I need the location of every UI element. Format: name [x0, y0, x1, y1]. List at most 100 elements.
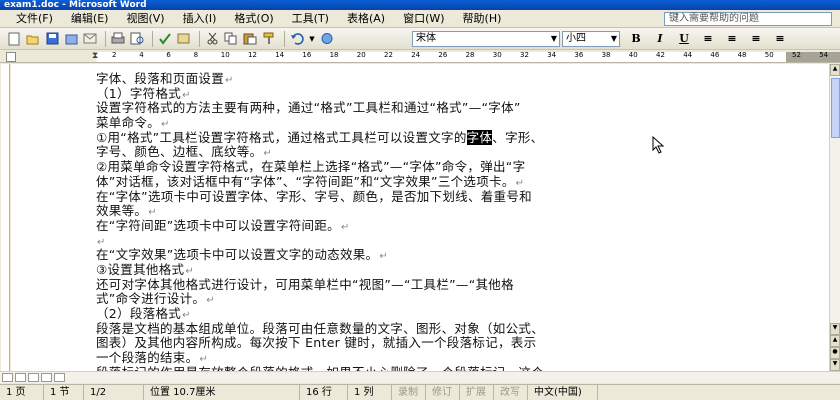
line-text: 在“文字效果”选项卡中可以设置文字的动态效果。 — [96, 247, 379, 263]
ruler-number: 20 — [356, 51, 366, 59]
align-right-button[interactable]: ≡ — [748, 31, 764, 47]
horizontal-scrollbar[interactable] — [0, 371, 840, 383]
document-line[interactable]: 在“文字效果”选项卡中可以设置文字的动态效果。↵ — [96, 247, 716, 263]
menu-format[interactable]: 格式(O) — [225, 10, 282, 28]
menu-table[interactable]: 表格(A) — [338, 10, 394, 28]
horizontal-ruler[interactable]: ⧗ 2 4 6 8 10 12 14 16 18 20 22 24 26 28 30 32 34 36 38 40 42… — [0, 51, 840, 63]
document-line[interactable]: 字体、段落和页面设置↵ — [96, 71, 716, 87]
ruler-number: 24 — [411, 51, 421, 59]
undo-icon[interactable] — [289, 31, 305, 47]
ruler-number: 14 — [275, 51, 285, 59]
status-record[interactable]: 录制 — [392, 385, 426, 400]
hyperlink-icon[interactable] — [319, 31, 335, 47]
print-icon[interactable] — [110, 31, 126, 47]
font-size-select[interactable]: 小四 ▼ — [562, 31, 620, 47]
chevron-down-icon: ▼ — [550, 34, 557, 43]
line-text: ②用菜单命令设置字符格式，在菜单栏上选择“格式”—“字体”命令，弹出“字 — [96, 159, 526, 175]
title-bar: exam1.doc - Microsoft Word — [0, 0, 840, 10]
ruler-number: 50 — [764, 51, 774, 59]
format-buttons: B I U ≡ ≡ ≡ ≡ — [628, 31, 796, 47]
document-line[interactable]: 在“字体”选项卡中可设置字体、字形、字号、颜色，是否加下划线、着重号和 — [96, 189, 716, 205]
document-line[interactable]: 式”命令进行设计。↵ — [96, 291, 716, 307]
email-icon[interactable] — [82, 31, 98, 47]
document-line[interactable]: 段落是文档的基本组成单位。段落可由任意数量的文字、图形、对象（如公式、 — [96, 321, 716, 337]
web-layout-view-icon[interactable] — [15, 373, 26, 382]
menu-window[interactable]: 窗口(W) — [394, 10, 453, 28]
print-preview-icon[interactable] — [129, 31, 145, 47]
copy-icon[interactable] — [223, 31, 239, 47]
underline-button[interactable]: U — [676, 31, 692, 47]
ruler-number: 26 — [438, 51, 448, 59]
spelling-icon[interactable] — [157, 31, 173, 47]
browse-object-icon[interactable]: ● — [830, 347, 840, 359]
scrollbar-thumb[interactable] — [831, 78, 840, 138]
reading-layout-view-icon[interactable] — [54, 373, 65, 382]
menu-tools[interactable]: 工具(T) — [283, 10, 338, 28]
normal-view-icon[interactable] — [2, 373, 13, 382]
word-window: exam1.doc - Microsoft Word 文件(F) 编辑(E) 视… — [0, 0, 840, 400]
format-painter-icon[interactable] — [261, 31, 277, 47]
document-line[interactable]: （2）段落格式↵ — [96, 306, 716, 322]
scroll-up-icon[interactable]: ▲ — [830, 64, 840, 76]
outline-view-icon[interactable] — [41, 373, 52, 382]
menu-edit[interactable]: 编辑(E) — [62, 10, 118, 28]
line-text: 字体、段落和页面设置 — [96, 71, 225, 86]
research-icon[interactable] — [176, 31, 192, 47]
vertical-ruler-scale — [1, 64, 9, 382]
document-line[interactable]: ↵ — [96, 234, 716, 249]
document-line[interactable]: 图表）及其他内容所构成。每次按下 Enter 键时，就插入一个段落标记，表示 — [96, 336, 716, 351]
document-line[interactable]: ②用菜单命令设置字符格式，在菜单栏上选择“格式”—“字体”命令，弹出“字 — [96, 159, 716, 175]
document-area[interactable]: 字体、段落和页面设置↵ （1）字符格式↵ 设置字符格式的方法主要有两种，通过“格式”… — [11, 64, 829, 371]
paragraph-mark-icon: ↵ — [379, 251, 389, 263]
document-line[interactable]: 还可对字体其他格式进行设计，可用菜单栏中“视图”—“工具栏”—“其他格 — [96, 277, 716, 293]
undo-dropdown-icon[interactable]: ▼ — [308, 31, 316, 47]
line-text: 菜单命令。 — [96, 115, 161, 131]
permission-icon[interactable] — [63, 31, 79, 47]
cut-icon[interactable] — [204, 31, 220, 47]
document-line[interactable]: （1）字符格式↵ — [96, 86, 716, 102]
document-line[interactable]: ③设置其他格式↵ — [96, 262, 716, 278]
status-overtype[interactable]: 改写 — [494, 385, 528, 400]
indent-marker-icon[interactable]: ⧗ — [92, 51, 98, 61]
menu-help[interactable]: 帮助(H) — [454, 10, 511, 28]
ruler-number: 40 — [628, 51, 638, 59]
bold-button[interactable]: B — [628, 31, 644, 47]
new-icon[interactable] — [6, 31, 22, 47]
menu-insert[interactable]: 插入(I) — [174, 10, 226, 28]
document-line[interactable]: 字号、颜色、边框、底纹等。↵ — [96, 145, 716, 160]
document-line[interactable]: 体”对话框，该对话框中有“字体”、“字符间距”和“文字效果”三个选项卡。↵ — [96, 174, 716, 190]
document-text[interactable]: 字体、段落和页面设置↵ （1）字符格式↵ 设置字符格式的方法主要有两种，通过“格式”… — [96, 71, 716, 371]
status-bar: 1 页 1 节 1/2 位置 10.7厘米 16 行 1 列 录制 修订 扩展 … — [0, 384, 840, 400]
font-name-select[interactable]: 宋体 ▼ — [412, 31, 560, 47]
status-extend[interactable]: 扩展 — [460, 385, 494, 400]
ruler-number: 30 — [492, 51, 502, 59]
document-line[interactable]: 设置字符格式的方法主要有两种，通过“格式”工具栏和通过“格式”—“字体” — [96, 101, 716, 116]
document-line[interactable]: 一个段落的结束。↵ — [96, 350, 716, 366]
selected-text[interactable]: 字体 — [466, 129, 493, 145]
justify-button[interactable]: ≡ — [772, 31, 788, 47]
ruler-number: 48 — [737, 51, 747, 59]
document-line[interactable]: 在“字符间距”选项卡中可以设置字符间距。↵ — [96, 218, 716, 234]
print-layout-view-icon[interactable] — [28, 373, 39, 382]
ruler-number: 22 — [384, 51, 393, 59]
document-line[interactable]: 效果等。↵ — [96, 203, 716, 219]
paste-icon[interactable] — [242, 31, 258, 47]
previous-page-icon[interactable]: ▲ — [830, 335, 840, 347]
open-icon[interactable] — [25, 31, 41, 47]
vertical-scrollbar[interactable]: ▲ ▼ ▲ ● ▼ — [829, 64, 840, 371]
align-left-button[interactable]: ≡ — [700, 31, 716, 47]
next-page-icon[interactable]: ▼ — [830, 359, 840, 371]
scroll-down-icon[interactable]: ▼ — [830, 323, 840, 335]
document-line[interactable]: 菜单命令。↵ — [96, 115, 716, 131]
menu-view[interactable]: 视图(V) — [117, 10, 173, 28]
save-icon[interactable] — [44, 31, 60, 47]
status-track-changes[interactable]: 修订 — [426, 385, 460, 400]
menu-file[interactable]: 文件(F) — [0, 10, 62, 28]
line-text: ①用“格式”工具栏设置字符格式，通过格式工具栏可以设置文字的 — [96, 129, 467, 145]
document-line[interactable]: ①用“格式”工具栏设置字符格式，通过格式工具栏可以设置文字的字体、字形、 — [96, 129, 716, 146]
italic-button[interactable]: I — [652, 31, 668, 47]
paragraph-mark-icon: ↵ — [340, 221, 350, 233]
align-center-button[interactable]: ≡ — [724, 31, 740, 47]
tab-stop-selector[interactable] — [6, 52, 16, 62]
help-search-input[interactable]: 键入需要帮助的问题 — [664, 12, 832, 26]
